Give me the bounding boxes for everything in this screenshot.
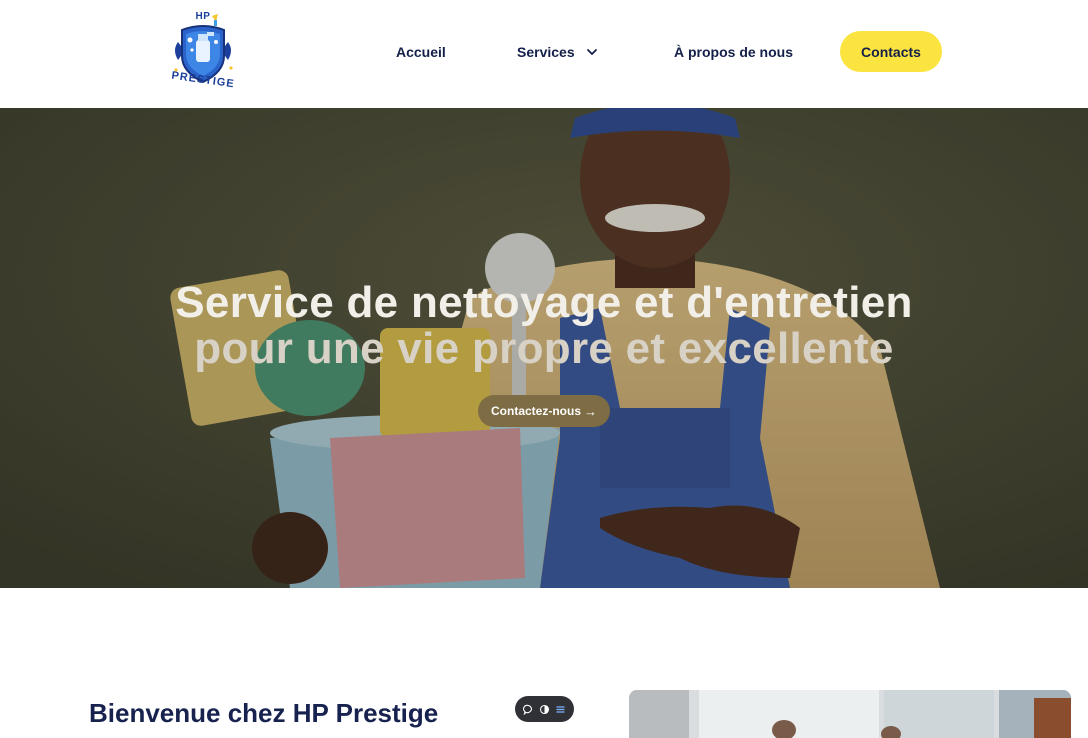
site-header: HP PRESTIGE Accueil Services À propos de…	[0, 0, 1088, 108]
menu-lines-icon[interactable]	[554, 703, 566, 715]
arrow-right-icon: →	[584, 403, 597, 419]
hero-title: Service de nettoyage et d'entretien pour…	[0, 280, 1088, 372]
floating-toolbar	[515, 696, 574, 722]
office-cleaning-image	[629, 690, 1071, 738]
nav-item-services[interactable]: Services	[517, 31, 599, 73]
hero-title-line-1: Service de nettoyage et d'entretien	[175, 278, 913, 327]
nav-item-accueil[interactable]: Accueil	[396, 31, 446, 73]
logo-hp-text: HP	[195, 11, 211, 22]
welcome-title: Bienvenue chez HP Prestige	[89, 698, 439, 728]
comment-icon[interactable]	[523, 703, 535, 715]
hero-title-line-2: pour une vie propre et excellente	[194, 324, 894, 373]
contact-us-label: Contactez-nous	[491, 404, 581, 418]
nav-item-a-propos[interactable]: À propos de nous	[674, 31, 793, 73]
nav-item-label: Services	[517, 44, 575, 60]
welcome-photo	[629, 690, 1071, 738]
hero-banner: Service de nettoyage et d'entretien pour…	[0, 108, 1088, 588]
main-nav: Accueil Services À propos de nous Contac…	[0, 31, 1088, 73]
nav-item-label: À propos de nous	[674, 44, 793, 60]
chevron-down-icon	[585, 45, 599, 59]
contact-us-button[interactable]: Contactez-nous →	[478, 395, 610, 427]
nav-item-label: Accueil	[396, 44, 446, 60]
toggle-icon[interactable]	[539, 703, 551, 715]
contacts-button[interactable]: Contacts	[840, 31, 942, 72]
